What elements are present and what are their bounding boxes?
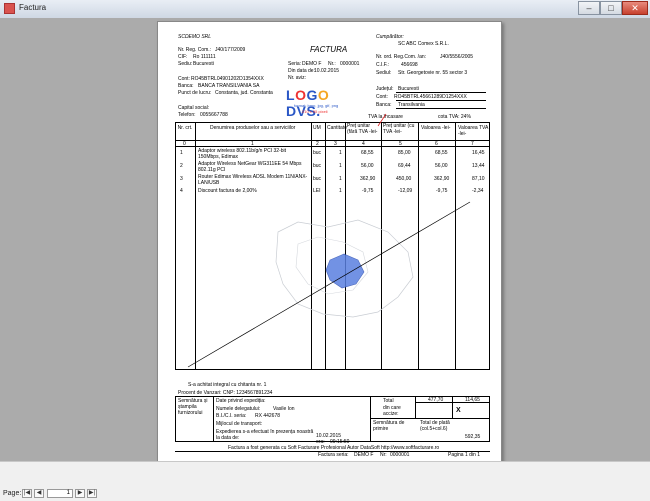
receipt-signature-label: Semnătura de primire: [373, 420, 405, 432]
accize-label: din care accize:: [383, 405, 401, 417]
expedition-label: Date privind expediția:: [216, 398, 266, 404]
page-number-input[interactable]: 1: [47, 489, 73, 498]
report-viewer: SCDEMO SRL Nr. Reg. Com.: J40/177/2009 C…: [0, 18, 650, 463]
total-value: 477,70: [428, 397, 444, 403]
total-tva: 114,65: [465, 397, 480, 403]
first-page-button[interactable]: |◀: [22, 489, 32, 498]
app-icon: [4, 3, 15, 14]
total-label: Total: [383, 398, 394, 404]
footer-rule: [370, 418, 490, 419]
label: Numele delegatului:: [216, 406, 261, 412]
footer-seria: DEMO F: [354, 452, 374, 458]
x-mark: X: [456, 407, 461, 414]
bi-value: RX 442678: [255, 413, 281, 419]
invoice-page: SCDEMO SRL Nr. Reg. Com.: J40/177/2009 C…: [157, 21, 502, 463]
signature-label: Semnătura și ștampila furnizorului: [178, 398, 208, 416]
footer-rule: [370, 396, 371, 442]
last-page-button[interactable]: ▶|: [87, 489, 97, 498]
maximize-button[interactable]: □: [600, 1, 622, 15]
note-payment: S-a achitat integral cu chitanta nr. 1: [188, 382, 267, 388]
footer-nr: 0000001: [390, 452, 410, 458]
total-plata-label: Total de plată (col.5+col.6): [420, 420, 450, 432]
label: Nr:: [380, 452, 387, 458]
status-bar: Page: |◀ ◀ 1 ▶ ▶|: [0, 461, 650, 501]
label: Factura seria:: [318, 452, 349, 458]
indicator-arrow: [377, 113, 387, 127]
window-title: Factura: [19, 3, 47, 12]
next-page-button[interactable]: ▶: [75, 489, 85, 498]
close-button[interactable]: ✕: [622, 1, 648, 15]
label: Mijlocul de transport:: [216, 421, 263, 427]
label: Expedierea s-a efectuat în prezența noas…: [216, 429, 314, 441]
footer-page: Pagina 1 din 1: [448, 452, 480, 458]
label: B.I./C.I. seria:: [216, 413, 247, 419]
delegat-name: Vasile Ion: [273, 406, 295, 412]
footer-rule: [452, 396, 453, 418]
total-plata-value: 592,35: [465, 434, 481, 440]
prev-page-button[interactable]: ◀: [34, 489, 44, 498]
footer-rule: [213, 396, 214, 442]
footer-rule: [415, 396, 416, 418]
minimize-button[interactable]: –: [578, 1, 600, 15]
title-bar: Factura – □ ✕: [0, 0, 650, 19]
page-label: Page:: [3, 490, 22, 497]
